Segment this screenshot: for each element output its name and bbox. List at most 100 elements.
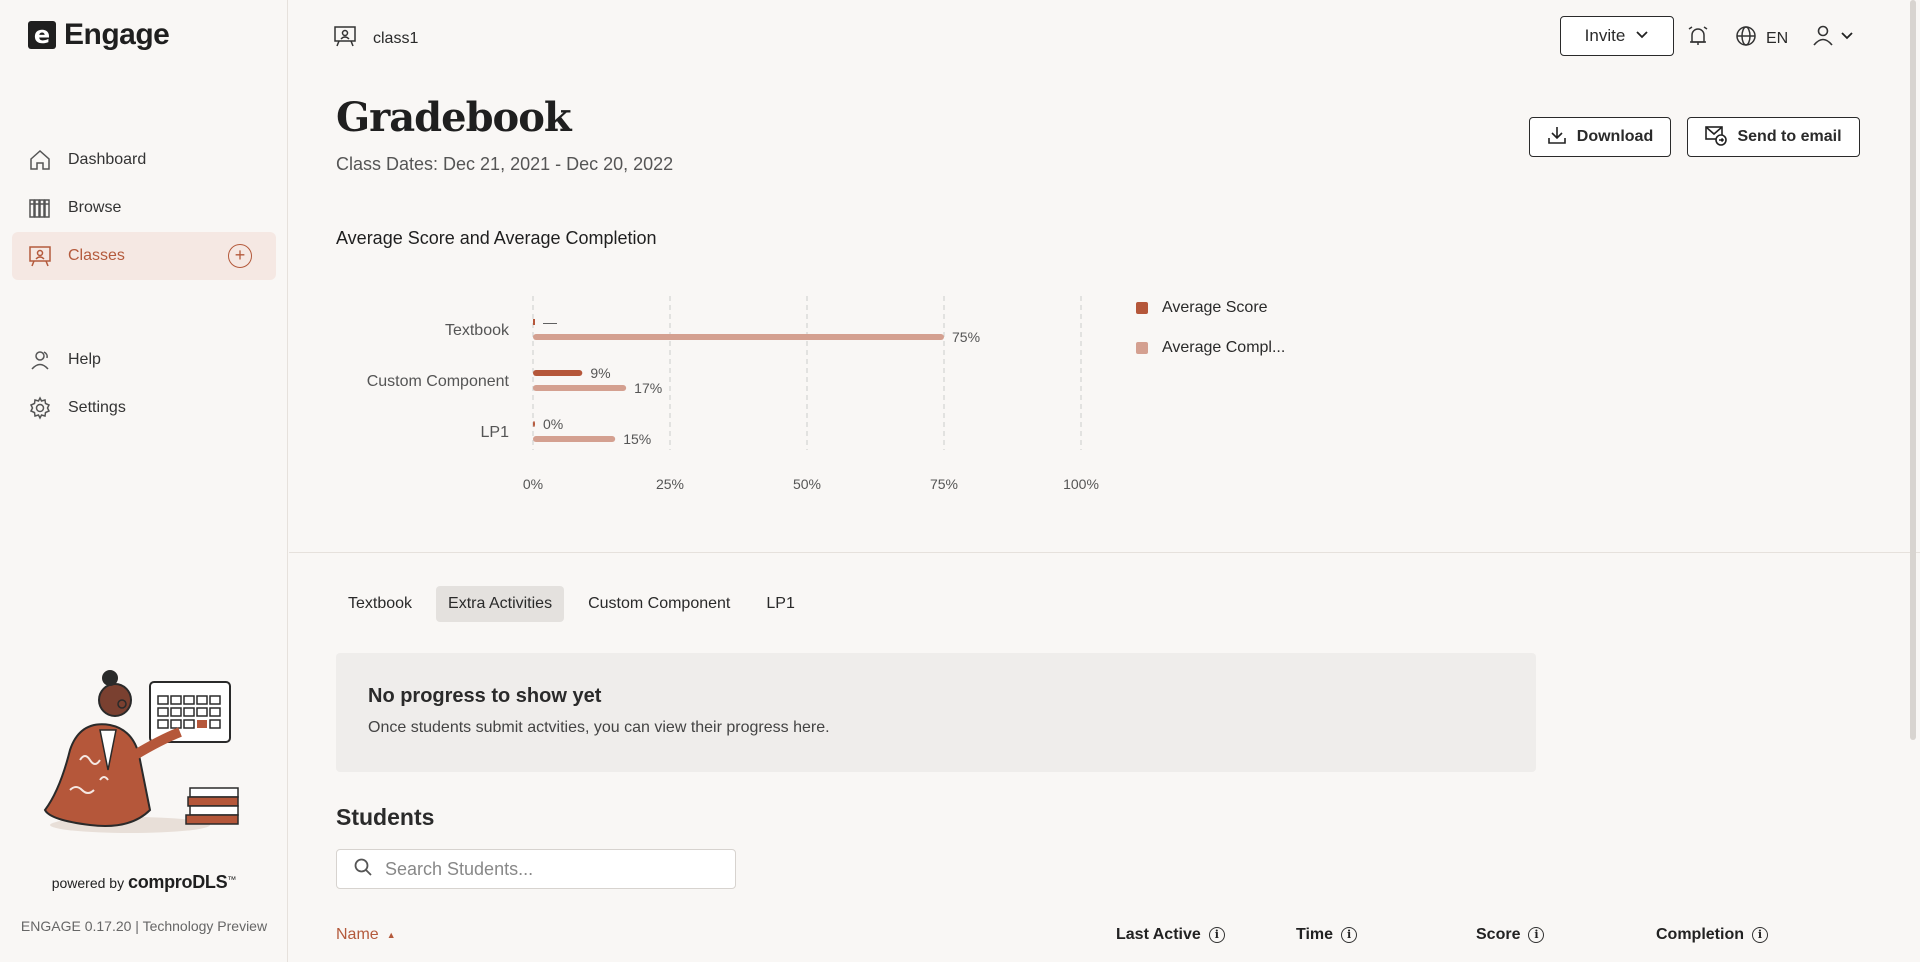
column-header-completion[interactable]: Completion i <box>1656 926 1768 944</box>
bar-chart: 0% 25% 50% 75% 100% Textbook Custom Component L… <box>367 296 1099 492</box>
download-label: Download <box>1576 128 1654 145</box>
bar-completion <box>533 334 944 340</box>
classroom-icon <box>333 24 357 53</box>
chevron-down-icon <box>1635 26 1649 46</box>
email-icon <box>1705 124 1728 151</box>
help-icon <box>28 348 52 372</box>
sidebar-item-classes[interactable]: Classes + <box>12 232 276 280</box>
data-label: 15% <box>623 431 651 447</box>
sidebar-item-label: Classes <box>68 247 125 264</box>
bar-completion <box>533 436 616 442</box>
logo-mark: e <box>28 21 56 49</box>
tab-custom-component[interactable]: Custom Component <box>576 586 742 622</box>
class-breadcrumb[interactable]: class1 <box>333 24 418 53</box>
legend-label: Average Score <box>1162 299 1268 316</box>
legend-item-score[interactable]: Average Score <box>1136 288 1285 328</box>
info-icon[interactable]: i <box>1528 927 1545 943</box>
column-label: Score <box>1476 926 1521 943</box>
tab-extra-activities[interactable]: Extra Activities <box>436 586 565 622</box>
chevron-down-icon <box>1840 28 1854 47</box>
column-label: Last Active <box>1116 926 1201 943</box>
data-label: 75% <box>952 329 980 345</box>
language-code: EN <box>1766 29 1789 47</box>
classroom-icon <box>28 244 52 268</box>
topbar: class1 Invite EN <box>289 0 1920 72</box>
tab-textbook[interactable]: Textbook <box>336 586 424 622</box>
download-icon <box>1547 125 1567 150</box>
main-nav: Dashboard Browse Classes + <box>12 136 276 280</box>
legend-swatch <box>1136 302 1148 314</box>
empty-state: No progress to show yet Once students su… <box>336 653 1536 772</box>
data-label: 0% <box>543 416 563 432</box>
brand-tm: ™ <box>227 874 237 885</box>
sort-asc-icon: ▲ <box>386 930 396 940</box>
category-label: Textbook <box>445 322 510 339</box>
info-icon[interactable]: i <box>1752 927 1768 943</box>
bar-score <box>533 319 535 325</box>
chart-legend: Average Score Average Compl... <box>1136 288 1285 368</box>
invite-button[interactable]: Invite <box>1560 16 1674 56</box>
column-label: Time <box>1296 926 1334 943</box>
app-logo[interactable]: e Engage <box>28 18 170 52</box>
gear-icon <box>28 396 52 420</box>
class-dates: Class Dates: Dec 21, 2021 - Dec 20, 2022 <box>336 154 674 174</box>
powered-by-label: powered by <box>51 875 125 891</box>
version-text: ENGAGE 0.17.20 | Technology Preview <box>20 918 268 934</box>
sidebar-item-dashboard[interactable]: Dashboard <box>12 136 276 184</box>
user-menu[interactable] <box>1812 24 1854 51</box>
x-tick-label: 50% <box>793 476 821 492</box>
column-header-score[interactable]: Score i <box>1476 926 1545 944</box>
column-header-time[interactable]: Time i <box>1296 926 1358 944</box>
books-icon <box>28 196 52 220</box>
secondary-nav: Help Settings <box>12 336 276 432</box>
chart-title: Average Score and Average Completion <box>336 228 657 248</box>
section-divider <box>289 552 1920 553</box>
add-class-button[interactable]: + <box>228 244 252 268</box>
tab-lp1[interactable]: LP1 <box>754 586 806 622</box>
x-tick-label: 0% <box>523 476 543 492</box>
x-tick-label: 100% <box>1063 476 1099 492</box>
column-header-name[interactable]: Name ▲ <box>336 926 396 944</box>
legend-item-completion[interactable]: Average Compl... <box>1136 328 1285 368</box>
teacher-illustration <box>40 660 250 845</box>
send-email-button[interactable]: Send to email <box>1687 117 1860 157</box>
search-icon <box>353 857 373 882</box>
language-selector[interactable]: EN <box>1734 24 1788 53</box>
info-icon[interactable]: i <box>1341 927 1358 943</box>
legend-label: Average Compl... <box>1162 339 1286 356</box>
powered-by: powered by comproDLS™ <box>0 872 288 893</box>
search-input[interactable] <box>385 858 725 880</box>
sidebar: e Engage Dashboard Browse Classes + Help… <box>0 0 288 962</box>
alarm-icon[interactable] <box>1686 24 1710 48</box>
invite-label: Invite <box>1584 26 1626 45</box>
bar-score <box>533 421 535 427</box>
sidebar-item-label: Settings <box>68 399 126 416</box>
sidebar-item-help[interactable]: Help <box>12 336 276 384</box>
empty-state-desc: Once students submit actvities, you can … <box>368 719 830 736</box>
download-button[interactable]: Download <box>1529 117 1671 157</box>
app-name: Engage <box>64 18 170 51</box>
data-label: 9% <box>590 365 610 381</box>
info-icon[interactable]: i <box>1208 927 1225 943</box>
send-email-label: Send to email <box>1737 128 1842 145</box>
column-label: Name <box>336 926 379 943</box>
data-label: — <box>543 314 557 330</box>
scrollbar[interactable] <box>1910 0 1916 740</box>
column-header-last-active[interactable]: Last Active i <box>1116 926 1225 944</box>
sidebar-item-browse[interactable]: Browse <box>12 184 276 232</box>
category-label: Custom Component <box>367 373 510 390</box>
sidebar-item-label: Browse <box>68 199 122 216</box>
column-label: Completion <box>1656 926 1744 943</box>
sidebar-item-label: Help <box>68 351 101 368</box>
category-label: LP1 <box>481 424 510 441</box>
students-heading: Students <box>336 804 435 830</box>
class-name: class1 <box>373 29 419 47</box>
x-tick-label: 75% <box>930 476 958 492</box>
bar-completion <box>533 385 627 391</box>
data-label: 17% <box>634 380 662 396</box>
brand-name: comproDLS <box>127 872 228 892</box>
sidebar-item-settings[interactable]: Settings <box>12 384 276 432</box>
page-title: Gradebook <box>336 94 572 141</box>
globe-icon <box>1734 24 1758 53</box>
student-search <box>336 849 736 889</box>
